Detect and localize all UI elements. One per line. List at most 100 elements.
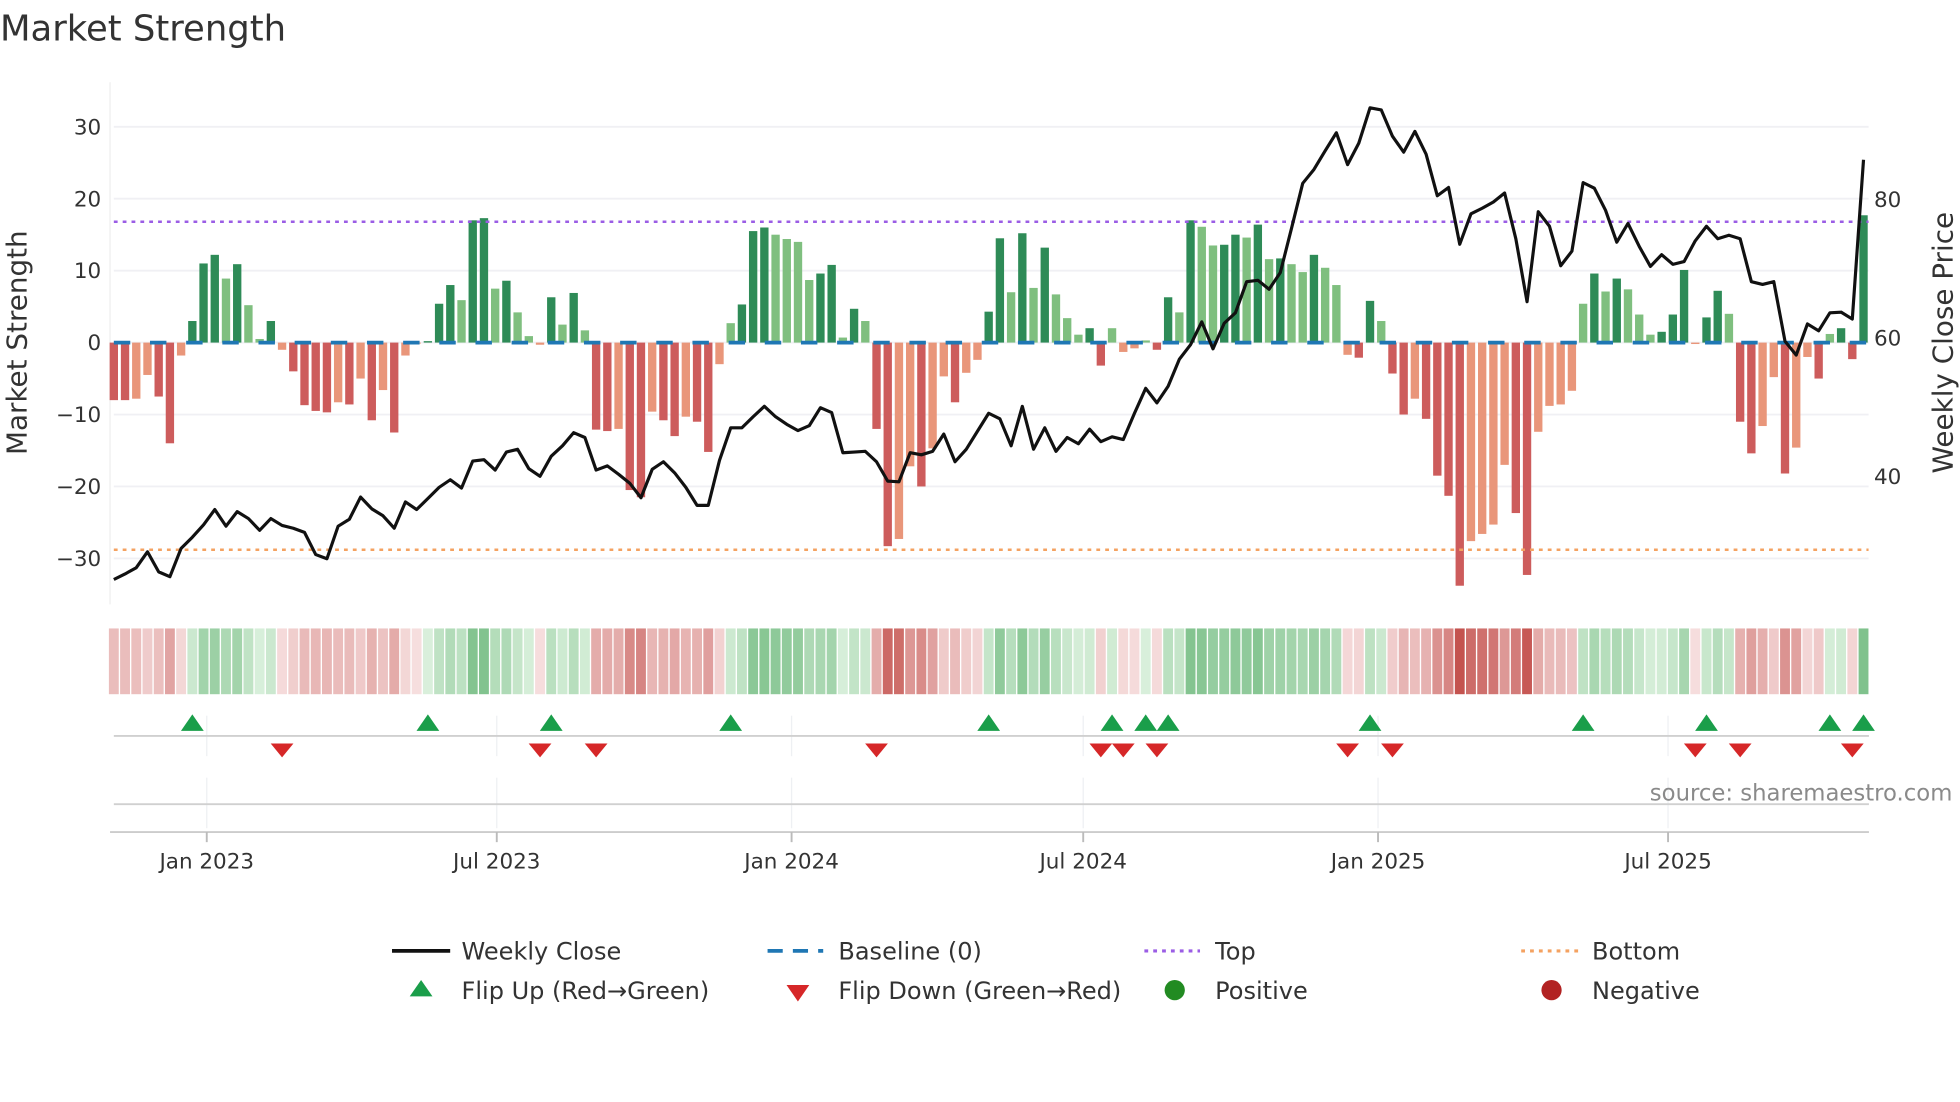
flip-up-marker [539, 714, 563, 731]
heat-cell [579, 628, 590, 695]
strength-bar [233, 264, 242, 343]
x-tick-label: Jan 2023 [157, 850, 254, 875]
flip-down-marker [1728, 743, 1752, 758]
right-axis-label: Weekly Close Price [1926, 212, 1959, 474]
strength-bar [1444, 342, 1453, 496]
legend-label: Positive [1215, 977, 1308, 1005]
strength-bar [513, 312, 522, 343]
heat-cell [277, 628, 287, 695]
strength-bar [1758, 342, 1767, 427]
strength-bar [434, 303, 444, 343]
heat-cell [422, 628, 433, 695]
heat-cell [164, 628, 175, 695]
heat-cell [1230, 628, 1241, 695]
heat-cell [826, 628, 837, 695]
heat-cell [1387, 628, 1398, 695]
heat-cell [1140, 628, 1151, 695]
strength-bar [659, 342, 668, 421]
heat-cell [512, 628, 523, 695]
y-tick-label: 20 [74, 187, 101, 212]
heat-cell [467, 628, 478, 695]
legend-label: Baseline (0) [838, 938, 981, 966]
heat-cell [624, 628, 635, 695]
strength-bar [1679, 269, 1689, 343]
heat-cell [366, 628, 377, 695]
strength-bar [558, 324, 567, 343]
heat-cell [108, 628, 119, 695]
heat-cell [1219, 628, 1230, 695]
strength-bar [1018, 233, 1027, 343]
heat-cell [1679, 628, 1689, 695]
flip-up-marker [1695, 714, 1718, 731]
strength-bar [782, 239, 791, 343]
strength-bar [748, 231, 758, 343]
strength-bar [1792, 342, 1801, 448]
strength-bar [1612, 278, 1621, 343]
heat-cell [1331, 628, 1342, 695]
strength-bar [457, 300, 466, 343]
strength-bar [1264, 259, 1274, 343]
strength-bar [1074, 334, 1083, 343]
strength-bar [648, 342, 657, 412]
heat-cell [1690, 628, 1701, 695]
heat-cell [232, 628, 243, 695]
market-strength-chart: Market Strength −30−20−100102030 406080 … [0, 8, 1959, 1005]
heat-cell [265, 628, 276, 695]
heat-cell [916, 628, 927, 695]
heat-cell [927, 628, 938, 695]
strength-bar [176, 342, 186, 356]
strength-bar [490, 288, 500, 343]
y2-tick-label: 80 [1874, 188, 1901, 213]
heat-cell [400, 628, 411, 695]
strength-bar [1433, 342, 1442, 476]
strength-bar [277, 342, 287, 350]
heat-cell [938, 628, 949, 695]
strength-bar [1399, 342, 1408, 415]
heat-cell [703, 628, 714, 695]
heat-cell [1062, 628, 1073, 695]
strength-bar [1780, 342, 1790, 474]
strength-bar [1332, 285, 1341, 343]
heat-cell [142, 628, 153, 695]
strength-bar [883, 342, 892, 547]
heat-cell [456, 628, 467, 695]
strength-bar [1085, 328, 1094, 343]
strength-bar [1231, 234, 1240, 343]
heat-cell [860, 628, 871, 695]
x-tick-label: Jul 2023 [451, 850, 540, 875]
strength-bar [356, 342, 365, 379]
flip-up-marker [1571, 714, 1595, 731]
y2-tick-label: 60 [1874, 326, 1901, 351]
heat-cell [1578, 628, 1589, 695]
heat-cell [759, 628, 770, 695]
heat-cell [950, 628, 960, 695]
left-axis-label: Market Strength [1, 230, 34, 455]
heat-cell [1275, 628, 1286, 695]
heat-cell [501, 628, 512, 695]
strength-bar [1029, 287, 1038, 343]
strength-bar [266, 321, 276, 343]
flip-down-marker [1840, 743, 1864, 758]
heat-cell [1701, 628, 1712, 695]
heat-cell [1073, 628, 1084, 695]
heat-cell [1555, 628, 1566, 695]
heat-cell [1095, 628, 1106, 695]
strength-bar [591, 342, 601, 430]
legend-item-flip-up: Flip Up (Red→Green) [409, 977, 709, 1005]
heat-cell [1544, 628, 1555, 695]
heat-cell [1836, 628, 1847, 695]
heat-cell [647, 628, 658, 695]
strength-bar [917, 342, 926, 487]
heat-cell [882, 628, 893, 695]
heat-cell [1667, 628, 1678, 695]
heat-cell [669, 628, 680, 695]
flip-up-marker [416, 714, 440, 731]
heat-cell [748, 628, 759, 695]
heat-cell [1712, 628, 1723, 695]
heat-cell [523, 628, 534, 695]
strength-bar [1567, 342, 1577, 391]
heat-cell [321, 628, 332, 695]
strength-bar [1466, 342, 1476, 542]
strength-bar [726, 323, 735, 343]
flip-down-marker [1111, 743, 1135, 758]
